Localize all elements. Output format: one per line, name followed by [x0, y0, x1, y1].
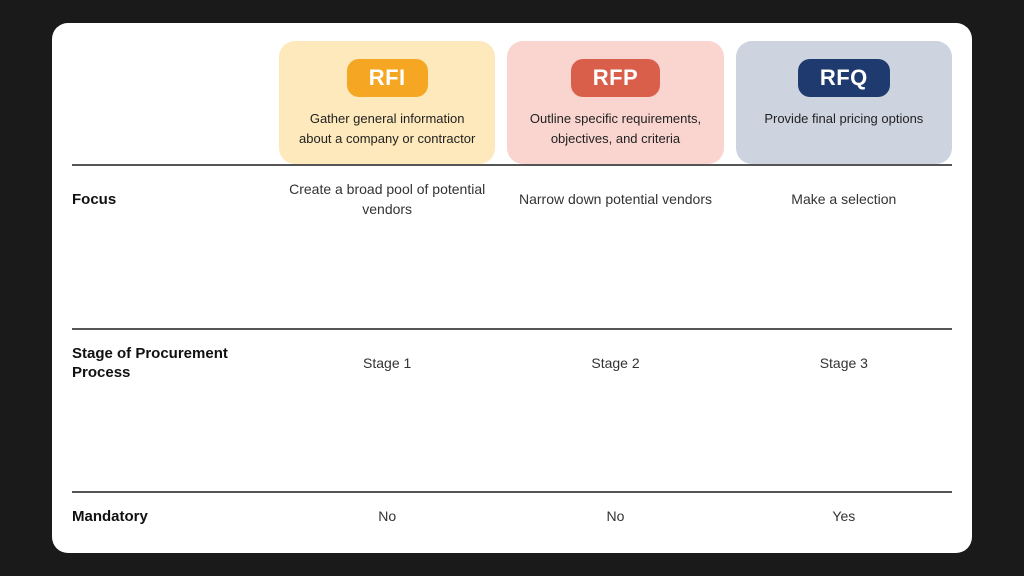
row-stage: Stage of Procurement Process Stage 1 Stage… — [72, 328, 952, 397]
row-label-stage: Stage of Procurement Process — [72, 344, 267, 383]
cell-rfp-mandatory: No — [507, 507, 723, 527]
column-headers: RFI Gather general information about a co… — [52, 23, 972, 164]
header-empty-cell — [72, 41, 267, 164]
row-mandatory: Mandatory No No Yes — [72, 491, 952, 541]
rows-section: Focus Create a broad pool of potential ve… — [52, 164, 972, 553]
table-wrapper: RFI Gather general information about a co… — [52, 23, 972, 553]
cell-rfq-stage: Stage 3 — [736, 344, 952, 383]
cell-rfi-stage: Stage 1 — [279, 344, 495, 383]
cell-rfq-focus: Make a selection — [736, 180, 952, 219]
rfi-badge: RFI — [347, 59, 428, 97]
comparison-table: RFI Gather general information about a co… — [52, 23, 972, 553]
rfq-badge: RFQ — [798, 59, 890, 97]
cell-rfp-stage: Stage 2 — [507, 344, 723, 383]
row-label-focus: Focus — [72, 180, 267, 219]
rfp-purpose-text: Outline specific requirements, objective… — [523, 109, 707, 148]
rfq-purpose-text: Provide final pricing options — [764, 109, 923, 129]
row-focus: Focus Create a broad pool of potential ve… — [72, 164, 952, 233]
cell-rfi-mandatory: No — [279, 507, 495, 527]
rfi-purpose-text: Gather general information about a compa… — [295, 109, 479, 148]
row-label-mandatory: Mandatory — [72, 507, 267, 527]
col-header-rfp: RFP Outline specific requirements, object… — [507, 41, 723, 164]
cell-rfq-mandatory: Yes — [736, 507, 952, 527]
cell-rfi-focus: Create a broad pool of potential vendors — [279, 180, 495, 219]
col-header-rfi: RFI Gather general information about a co… — [279, 41, 495, 164]
col-header-rfq: RFQ Provide final pricing options — [736, 41, 952, 164]
cell-rfp-focus: Narrow down potential vendors — [507, 180, 723, 219]
rfp-badge: RFP — [571, 59, 661, 97]
